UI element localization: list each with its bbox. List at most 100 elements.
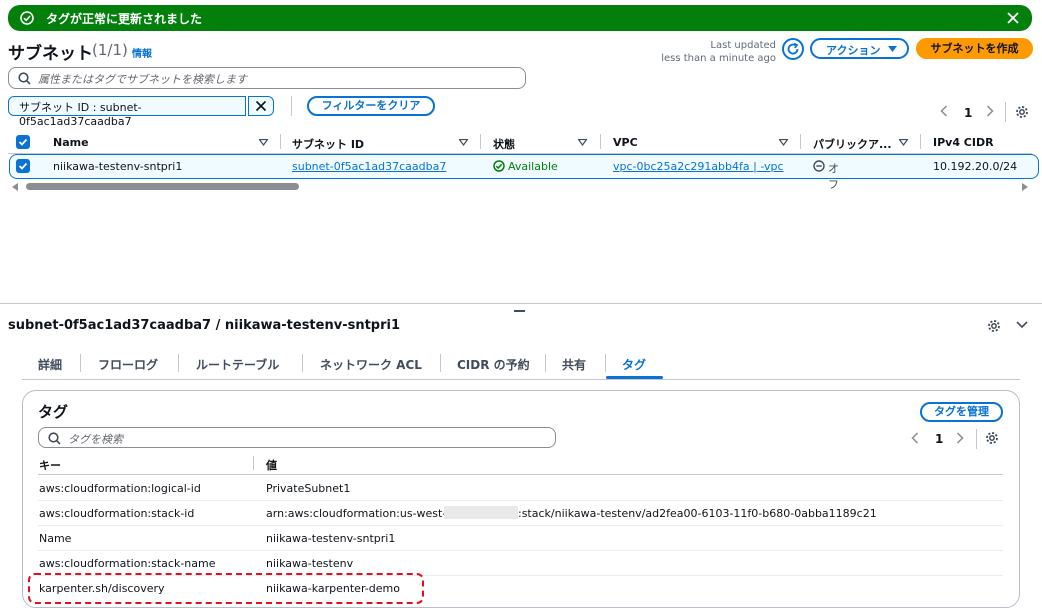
next-page-button[interactable] — [986, 105, 994, 117]
success-flashbar: タグが正常に更新されました — [8, 5, 1032, 31]
tab-details[interactable]: 詳細 — [38, 356, 62, 373]
success-check-icon — [20, 11, 34, 25]
manage-tags-button[interactable]: タグを管理 — [920, 402, 1003, 422]
tab-divider — [440, 354, 441, 372]
select-all-checkbox[interactable] — [16, 135, 30, 149]
sort-caret-icon[interactable] — [459, 139, 468, 146]
refresh-button[interactable] — [782, 38, 804, 60]
info-link[interactable]: 情報 — [132, 45, 152, 60]
tag-search-input[interactable]: タグを検索 — [38, 427, 556, 448]
column-separator[interactable] — [480, 134, 481, 149]
subnet-search-input[interactable]: 属性またはタグでサブネットを検索します — [8, 67, 526, 89]
status-success-icon — [493, 160, 505, 172]
search-icon — [18, 72, 31, 85]
close-icon — [255, 100, 267, 112]
column-header-key: キー — [39, 459, 61, 472]
scroll-left-icon[interactable] — [11, 183, 19, 191]
tags-heading: タグ — [38, 403, 69, 421]
tab-route-table[interactable]: ルートテーブル — [196, 356, 279, 373]
tag-value: PrivateSubnet1 — [266, 482, 351, 495]
gear-icon — [986, 432, 998, 444]
column-header-state[interactable]: 状態 — [493, 136, 515, 152]
cell-vpc-link[interactable]: vpc-0bc25a2c291abb4fa | -vpc — [613, 160, 784, 173]
tag-search-placeholder: タグを検索 — [68, 433, 123, 446]
selection-count: (1/1) — [92, 41, 128, 59]
prev-page-button[interactable] — [940, 105, 948, 117]
cell-name: niikawa-testenv-sntpri1 — [53, 160, 183, 173]
chevron-down-icon — [1016, 321, 1028, 329]
column-header-vpc[interactable]: VPC — [613, 136, 638, 149]
tab-cidr-reservations[interactable]: CIDR の予約 — [457, 356, 530, 373]
tab-flow-logs[interactable]: フローログ — [98, 356, 158, 373]
cell-subnet-id-link[interactable]: subnet-0f5ac1ad37caadba7 — [292, 160, 446, 173]
actions-dropdown-button[interactable]: アクション — [810, 38, 909, 59]
column-separator[interactable] — [920, 134, 921, 149]
filter-token[interactable]: サブネット ID : subnet-0f5ac1ad37caadba7 — [8, 96, 246, 128]
cell-ipv4-cidr: 10.192.20.0/24 — [933, 160, 1018, 173]
tab-network-acl[interactable]: ネットワーク ACL — [320, 356, 422, 373]
search-icon — [48, 432, 61, 445]
tab-divider — [302, 354, 303, 372]
sort-caret-icon[interactable] — [259, 139, 268, 146]
tab-tags[interactable]: タグ — [622, 356, 646, 373]
next-page-button[interactable] — [956, 432, 964, 444]
tab-sharing[interactable]: 共有 — [562, 356, 586, 373]
refresh-icon — [787, 42, 799, 55]
page-number[interactable]: 1 — [964, 106, 972, 120]
tab-divider — [545, 354, 546, 372]
flash-message: タグが正常に更新されました — [46, 12, 203, 26]
divider — [976, 429, 977, 449]
last-updated-value: less than a minute ago — [661, 53, 776, 64]
table-preferences-button[interactable] — [1015, 105, 1029, 119]
tag-value: niikawa-testenv-sntpri1 — [266, 532, 396, 545]
split-panel-divider — [0, 303, 1042, 304]
scroll-right-icon[interactable] — [1021, 183, 1029, 191]
tag-header-divider — [38, 474, 1003, 475]
tag-key: aws:cloudformation:logical-id — [39, 482, 201, 495]
row-divider — [38, 550, 1003, 551]
tag-key: Name — [39, 532, 72, 545]
column-separator[interactable] — [280, 134, 281, 149]
collapse-panel-button[interactable] — [1016, 321, 1028, 329]
column-separator[interactable] — [800, 134, 801, 149]
gear-icon — [988, 320, 1000, 332]
tag-key: aws:cloudformation:stack-id — [39, 507, 195, 520]
caret-down-icon — [888, 46, 897, 52]
column-header-name[interactable]: Name — [53, 136, 89, 149]
redacted-account-id — [444, 506, 518, 519]
column-header-value: 値 — [266, 459, 277, 472]
tag-preferences-button[interactable] — [985, 431, 999, 445]
column-header-subnet-id[interactable]: サブネット ID — [292, 136, 364, 152]
sort-caret-icon[interactable] — [899, 139, 908, 146]
resize-handle[interactable] — [514, 310, 525, 312]
column-header-public[interactable]: パブリックア... — [813, 136, 892, 152]
tabs-divider — [22, 379, 1020, 380]
tab-divider — [178, 354, 179, 372]
remove-filter-button[interactable] — [248, 96, 274, 116]
sort-caret-icon[interactable] — [578, 139, 587, 146]
last-updated-label: Last updated — [710, 40, 776, 51]
prev-page-button[interactable] — [911, 432, 919, 444]
row-divider — [38, 500, 1003, 501]
chevron-right-icon — [956, 432, 964, 444]
chevron-left-icon — [911, 432, 919, 444]
close-icon[interactable] — [1006, 11, 1020, 25]
detail-preferences-button[interactable] — [987, 319, 1001, 333]
status-text: Available — [508, 160, 558, 173]
row-checkbox[interactable] — [16, 159, 30, 173]
public-ip-text: オフ — [828, 162, 839, 191]
clear-filters-button[interactable]: フィルターをクリア — [307, 96, 435, 116]
page-number[interactable]: 1 — [935, 432, 943, 446]
tag-value-suffix: :stack/niikawa-testenv/ad2fea00-6103-11f… — [518, 507, 877, 520]
search-placeholder: 属性またはタグでサブネットを検索します — [38, 73, 247, 86]
chevron-left-icon — [940, 105, 948, 117]
last-updated: Last updated less than a minute ago — [640, 39, 776, 65]
column-separator[interactable] — [600, 134, 601, 149]
gear-icon — [1016, 106, 1028, 118]
column-separator[interactable] — [253, 456, 254, 470]
horizontal-scrollbar[interactable] — [26, 183, 299, 190]
create-subnet-button[interactable]: サブネットを作成 — [916, 38, 1033, 59]
sort-caret-icon[interactable] — [779, 139, 788, 146]
column-header-ipv4-cidr[interactable]: IPv4 CIDR — [933, 136, 994, 149]
tag-value: niikawa-testenv — [266, 557, 354, 570]
